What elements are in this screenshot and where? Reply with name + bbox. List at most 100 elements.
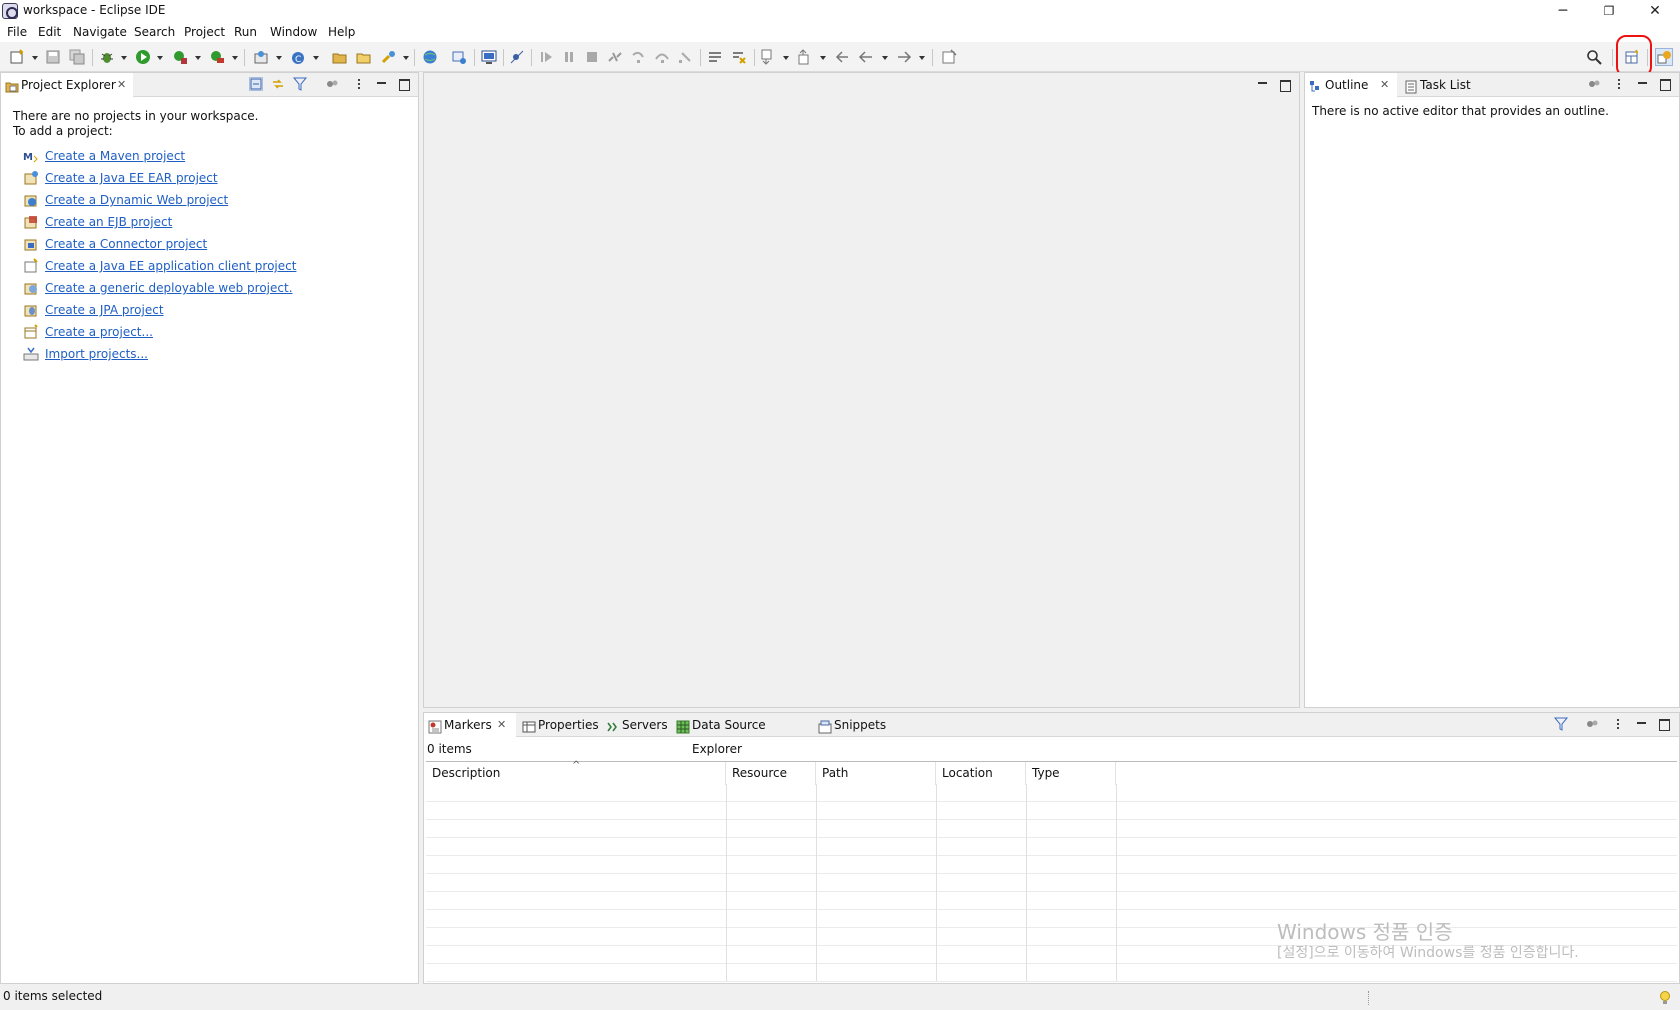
create-dynamic-web-project-link[interactable]: Create a Dynamic Web project (45, 193, 228, 207)
minimize-view-icon[interactable] (374, 77, 388, 91)
back-dropdown-icon[interactable] (882, 56, 888, 60)
tab-properties[interactable]: Properties (518, 713, 599, 737)
create-connector-project-link[interactable]: Create a Connector project (45, 237, 207, 251)
debug-dropdown-icon[interactable] (121, 56, 127, 60)
column-location[interactable]: Location (936, 762, 1026, 785)
new-icon[interactable] (9, 49, 25, 65)
skip-breakpoints-icon[interactable] (509, 49, 525, 65)
tab-servers[interactable]: Servers (602, 713, 668, 737)
external-tools-icon[interactable] (209, 49, 225, 65)
step-into-icon[interactable] (631, 49, 647, 65)
new-java-class-icon[interactable]: C (290, 49, 306, 65)
java-ee-perspective-icon[interactable] (1655, 48, 1673, 66)
search-icon[interactable] (1586, 49, 1602, 65)
column-resource[interactable]: Resource (726, 762, 816, 785)
terminate-icon[interactable] (584, 49, 600, 65)
tab-data-source-explorer[interactable]: Data Source Explorer (672, 713, 812, 756)
create-ear-project-link[interactable]: Create a Java EE EAR project (45, 171, 218, 185)
column-type[interactable]: Type (1026, 762, 1116, 785)
tab-task-list[interactable]: Task List (1400, 73, 1480, 97)
create-app-client-project-link[interactable]: Create a Java EE application client proj… (45, 259, 296, 273)
minimize-editor-icon[interactable] (1255, 77, 1269, 91)
step-over-icon[interactable] (654, 49, 670, 65)
maximize-view-icon[interactable] (1657, 717, 1671, 731)
open-console-icon[interactable] (481, 49, 497, 65)
editor-area[interactable] (423, 72, 1300, 708)
focus-on-task-icon[interactable] (1585, 717, 1599, 731)
browser-icon[interactable] (422, 49, 438, 65)
import-projects-link[interactable]: Import projects... (45, 347, 148, 361)
toggle-mark-occurrences-icon[interactable] (707, 49, 723, 65)
maximize-view-icon[interactable] (397, 77, 411, 91)
toggle-breadcrumb-icon[interactable] (731, 49, 747, 65)
save-icon[interactable] (45, 49, 61, 65)
search-tool-dropdown-icon[interactable] (403, 56, 409, 60)
last-edit-location-icon[interactable] (834, 49, 850, 65)
maximize-editor-icon[interactable] (1278, 78, 1292, 92)
open-perspective-icon[interactable] (1624, 49, 1640, 65)
back-icon[interactable] (858, 49, 874, 65)
create-maven-project-link[interactable]: Create a Maven project (45, 149, 185, 163)
next-annotation-icon[interactable] (760, 49, 776, 65)
focus-on-task-icon[interactable] (1587, 77, 1601, 91)
collapse-all-icon[interactable] (249, 77, 263, 91)
pin-editor-icon[interactable] (941, 49, 957, 65)
run-dropdown-icon[interactable] (157, 56, 163, 60)
external-tools-dropdown-icon[interactable] (232, 56, 238, 60)
close-button[interactable]: ✕ (1632, 0, 1678, 22)
forward-icon[interactable] (896, 49, 912, 65)
menu-file[interactable]: File (7, 25, 27, 39)
run-coverage-icon[interactable] (172, 49, 188, 65)
open-web-service-icon[interactable] (451, 49, 467, 65)
create-project-link[interactable]: Create a project... (45, 325, 153, 339)
view-menu-icon[interactable] (1611, 717, 1625, 731)
close-tab-icon[interactable]: ✕ (497, 713, 506, 737)
coverage-dropdown-icon[interactable] (195, 56, 201, 60)
link-with-editor-icon[interactable] (271, 77, 285, 91)
filter-icon[interactable] (1553, 717, 1569, 731)
menu-navigate[interactable]: Navigate (73, 25, 127, 39)
filter-icon[interactable] (292, 77, 308, 91)
suspend-icon[interactable] (561, 49, 577, 65)
disconnect-icon[interactable] (607, 49, 623, 65)
lightbulb-icon[interactable] (1658, 990, 1672, 1006)
search-tool-icon[interactable] (381, 49, 397, 65)
view-menu-icon[interactable] (1612, 77, 1626, 91)
create-ejb-project-link[interactable]: Create an EJB project (45, 215, 172, 229)
menu-project[interactable]: Project (184, 25, 225, 39)
focus-on-task-icon[interactable] (325, 77, 339, 91)
tab-snippets[interactable]: Snippets (814, 713, 888, 737)
restore-button[interactable]: ❐ (1586, 0, 1632, 22)
open-type-icon[interactable] (332, 49, 348, 65)
tab-markers[interactable]: Markers ✕ (424, 713, 516, 737)
minimize-view-icon[interactable] (1635, 77, 1649, 91)
debug-icon[interactable] (99, 49, 115, 65)
minimize-button[interactable]: ─ (1540, 0, 1586, 22)
new-server-icon[interactable] (253, 49, 269, 65)
previous-annotation-icon[interactable] (797, 49, 813, 65)
new-dropdown-icon[interactable] (32, 56, 38, 60)
save-all-icon[interactable] (69, 49, 85, 65)
menu-edit[interactable]: Edit (38, 25, 61, 39)
column-path[interactable]: Path (816, 762, 936, 785)
minimize-view-icon[interactable] (1634, 717, 1648, 731)
tab-project-explorer[interactable]: Project Explorer ✕ (1, 73, 133, 97)
menu-search[interactable]: Search (134, 25, 175, 39)
previous-annotation-dropdown-icon[interactable] (820, 56, 826, 60)
next-annotation-dropdown-icon[interactable] (783, 56, 789, 60)
menu-run[interactable]: Run (234, 25, 257, 39)
close-tab-icon[interactable]: ✕ (1380, 73, 1389, 97)
new-server-dropdown-icon[interactable] (276, 56, 282, 60)
run-icon[interactable] (135, 49, 151, 65)
new-java-class-dropdown-icon[interactable] (313, 56, 319, 60)
close-tab-icon[interactable]: ✕ (117, 73, 126, 97)
column-description[interactable]: Description ^ (426, 760, 726, 785)
forward-dropdown-icon[interactable] (919, 56, 925, 60)
maximize-view-icon[interactable] (1658, 77, 1672, 91)
step-return-icon[interactable] (677, 49, 693, 65)
menu-help[interactable]: Help (328, 25, 355, 39)
view-menu-icon[interactable] (352, 77, 366, 91)
menu-window[interactable]: Window (270, 25, 317, 39)
create-deployable-web-project-link[interactable]: Create a generic deployable web project. (45, 281, 293, 295)
resume-icon[interactable] (538, 49, 554, 65)
